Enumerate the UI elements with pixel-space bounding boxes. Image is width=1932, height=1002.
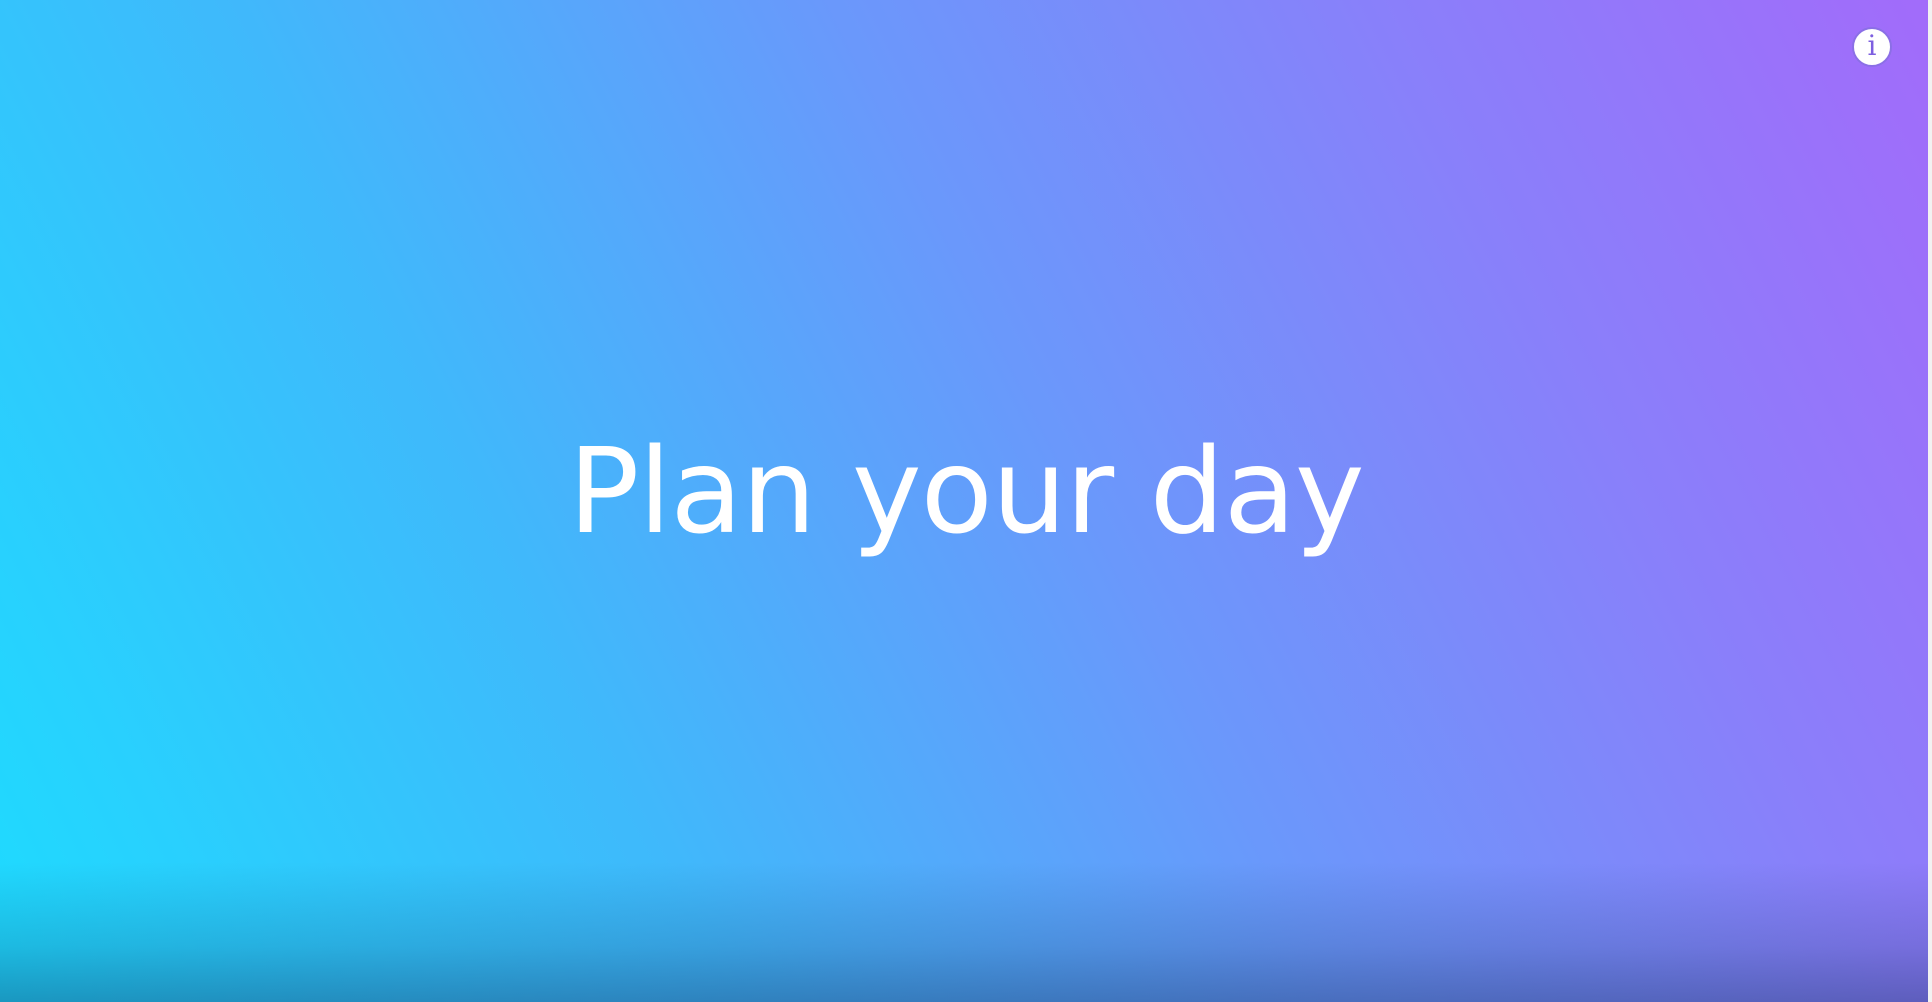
- right-edge-divider: [1928, 0, 1932, 1002]
- info-icon: i: [1867, 29, 1877, 62]
- slide-headline: Plan your day: [568, 422, 1364, 560]
- bottom-shade: [0, 862, 1932, 1002]
- slide-canvas: Plan your day i: [0, 0, 1932, 1002]
- info-button[interactable]: i: [1852, 27, 1892, 67]
